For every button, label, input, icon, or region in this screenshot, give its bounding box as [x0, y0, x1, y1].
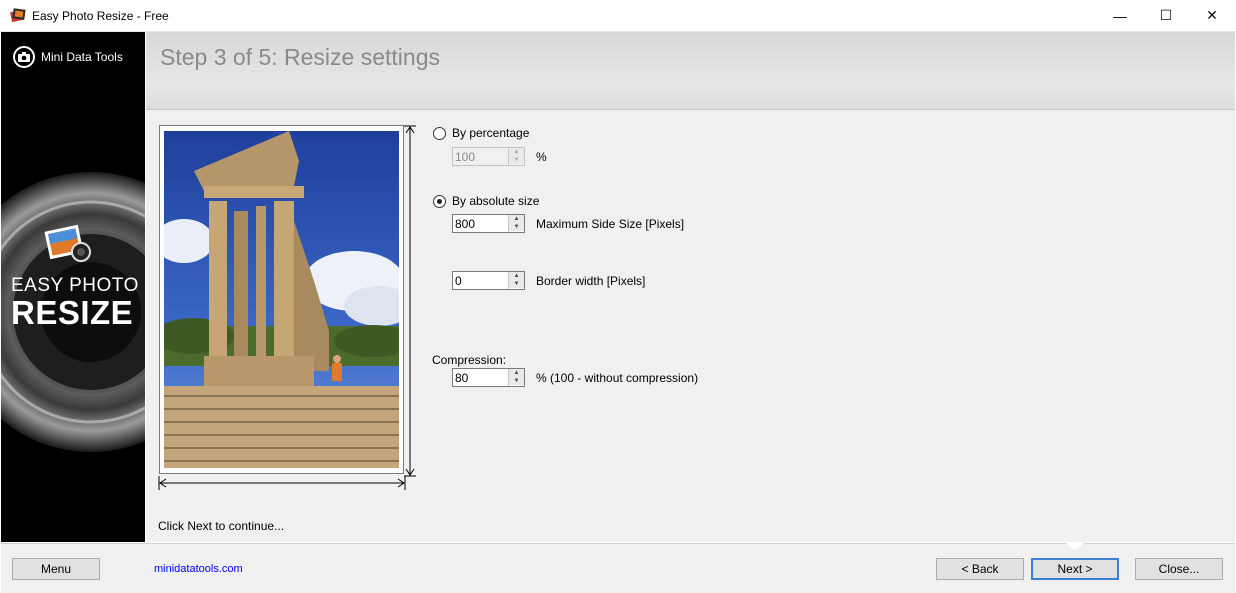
radio-circle[interactable]: [433, 126, 446, 140]
up-arrow-icon[interactable]: ▲: [509, 215, 524, 223]
compression-stepper[interactable]: 80 ▲ ▼: [452, 368, 525, 387]
down-arrow-icon[interactable]: ▼: [509, 156, 524, 164]
compression-heading: Compression:: [432, 353, 507, 367]
compression-label: % (100 - without compression): [536, 371, 699, 385]
down-arrow-icon[interactable]: ▼: [509, 377, 524, 385]
minimize-button[interactable]: —: [1097, 0, 1143, 31]
percentage-unit: %: [536, 150, 547, 164]
by-absolute-size-radio[interactable]: By absolute size: [433, 194, 539, 208]
maximize-button[interactable]: ☐: [1143, 0, 1189, 31]
by-percentage-radio[interactable]: By percentage: [433, 126, 529, 140]
height-dimension-line: [404, 125, 416, 477]
minimize-icon: —: [1113, 7, 1127, 24]
by-absolute-size-label: By absolute size: [452, 194, 540, 208]
up-arrow-icon[interactable]: ▲: [509, 369, 524, 377]
maximize-icon: ☐: [1159, 7, 1173, 23]
max-side-stepper[interactable]: 800 ▲ ▼: [452, 214, 525, 233]
max-side-label: Maximum Side Size [Pixels]: [536, 217, 685, 231]
percentage-value: 100: [455, 150, 476, 164]
window-title: Easy Photo Resize - Free: [32, 9, 169, 23]
close-icon: ✕: [1206, 7, 1218, 23]
width-dimension-line: [158, 476, 406, 490]
up-arrow-icon[interactable]: ▲: [509, 148, 524, 156]
back-button[interactable]: < Back: [936, 558, 1024, 580]
step-header: Step 3 of 5: Resize settings: [146, 32, 1235, 110]
compression-value: 80: [455, 371, 469, 385]
step-title: Step 3 of 5: Resize settings: [160, 44, 440, 70]
photo-logo-icon: [44, 224, 91, 262]
photo-preview: [164, 131, 399, 468]
brand: Mini Data Tools: [13, 46, 123, 68]
content-area: By percentage 100 ▲ ▼ % By absolute size …: [146, 110, 1235, 542]
next-button[interactable]: Next >: [1031, 558, 1119, 580]
footer-bar: Menu minidatatools.com < Back Next > Clo…: [1, 542, 1235, 593]
title-bar: Easy Photo Resize - Free — ☐ ✕: [0, 0, 1236, 32]
sidebar: Mini Data Tools EASY PHOTO RESIZE: [1, 32, 145, 542]
down-arrow-icon[interactable]: ▼: [509, 280, 524, 288]
border-width-label: Border width [Pixels]: [536, 274, 646, 288]
max-side-value: 800: [455, 217, 476, 231]
camera-icon: [13, 46, 35, 68]
by-percentage-label: By percentage: [452, 126, 530, 140]
down-arrow-icon[interactable]: ▼: [509, 223, 524, 231]
close-button[interactable]: Close...: [1135, 558, 1223, 580]
border-width-value: 0: [455, 274, 462, 288]
radio-circle-selected[interactable]: [433, 194, 446, 208]
step-pointer-icon: [1065, 542, 1085, 551]
close-window-button[interactable]: ✕: [1189, 0, 1235, 31]
hint-text: Click Next to continue...: [158, 519, 285, 533]
menu-button[interactable]: Menu: [12, 558, 100, 580]
percentage-stepper[interactable]: 100 ▲ ▼: [452, 147, 525, 166]
up-arrow-icon[interactable]: ▲: [509, 272, 524, 280]
logo-text-line2: RESIZE: [11, 294, 134, 331]
border-width-stepper[interactable]: 0 ▲ ▼: [452, 271, 525, 290]
brand-label: Mini Data Tools: [41, 50, 123, 64]
photo-preview-frame: [159, 125, 404, 474]
app-icon: [10, 8, 26, 22]
website-link[interactable]: minidatatools.com: [154, 563, 243, 575]
